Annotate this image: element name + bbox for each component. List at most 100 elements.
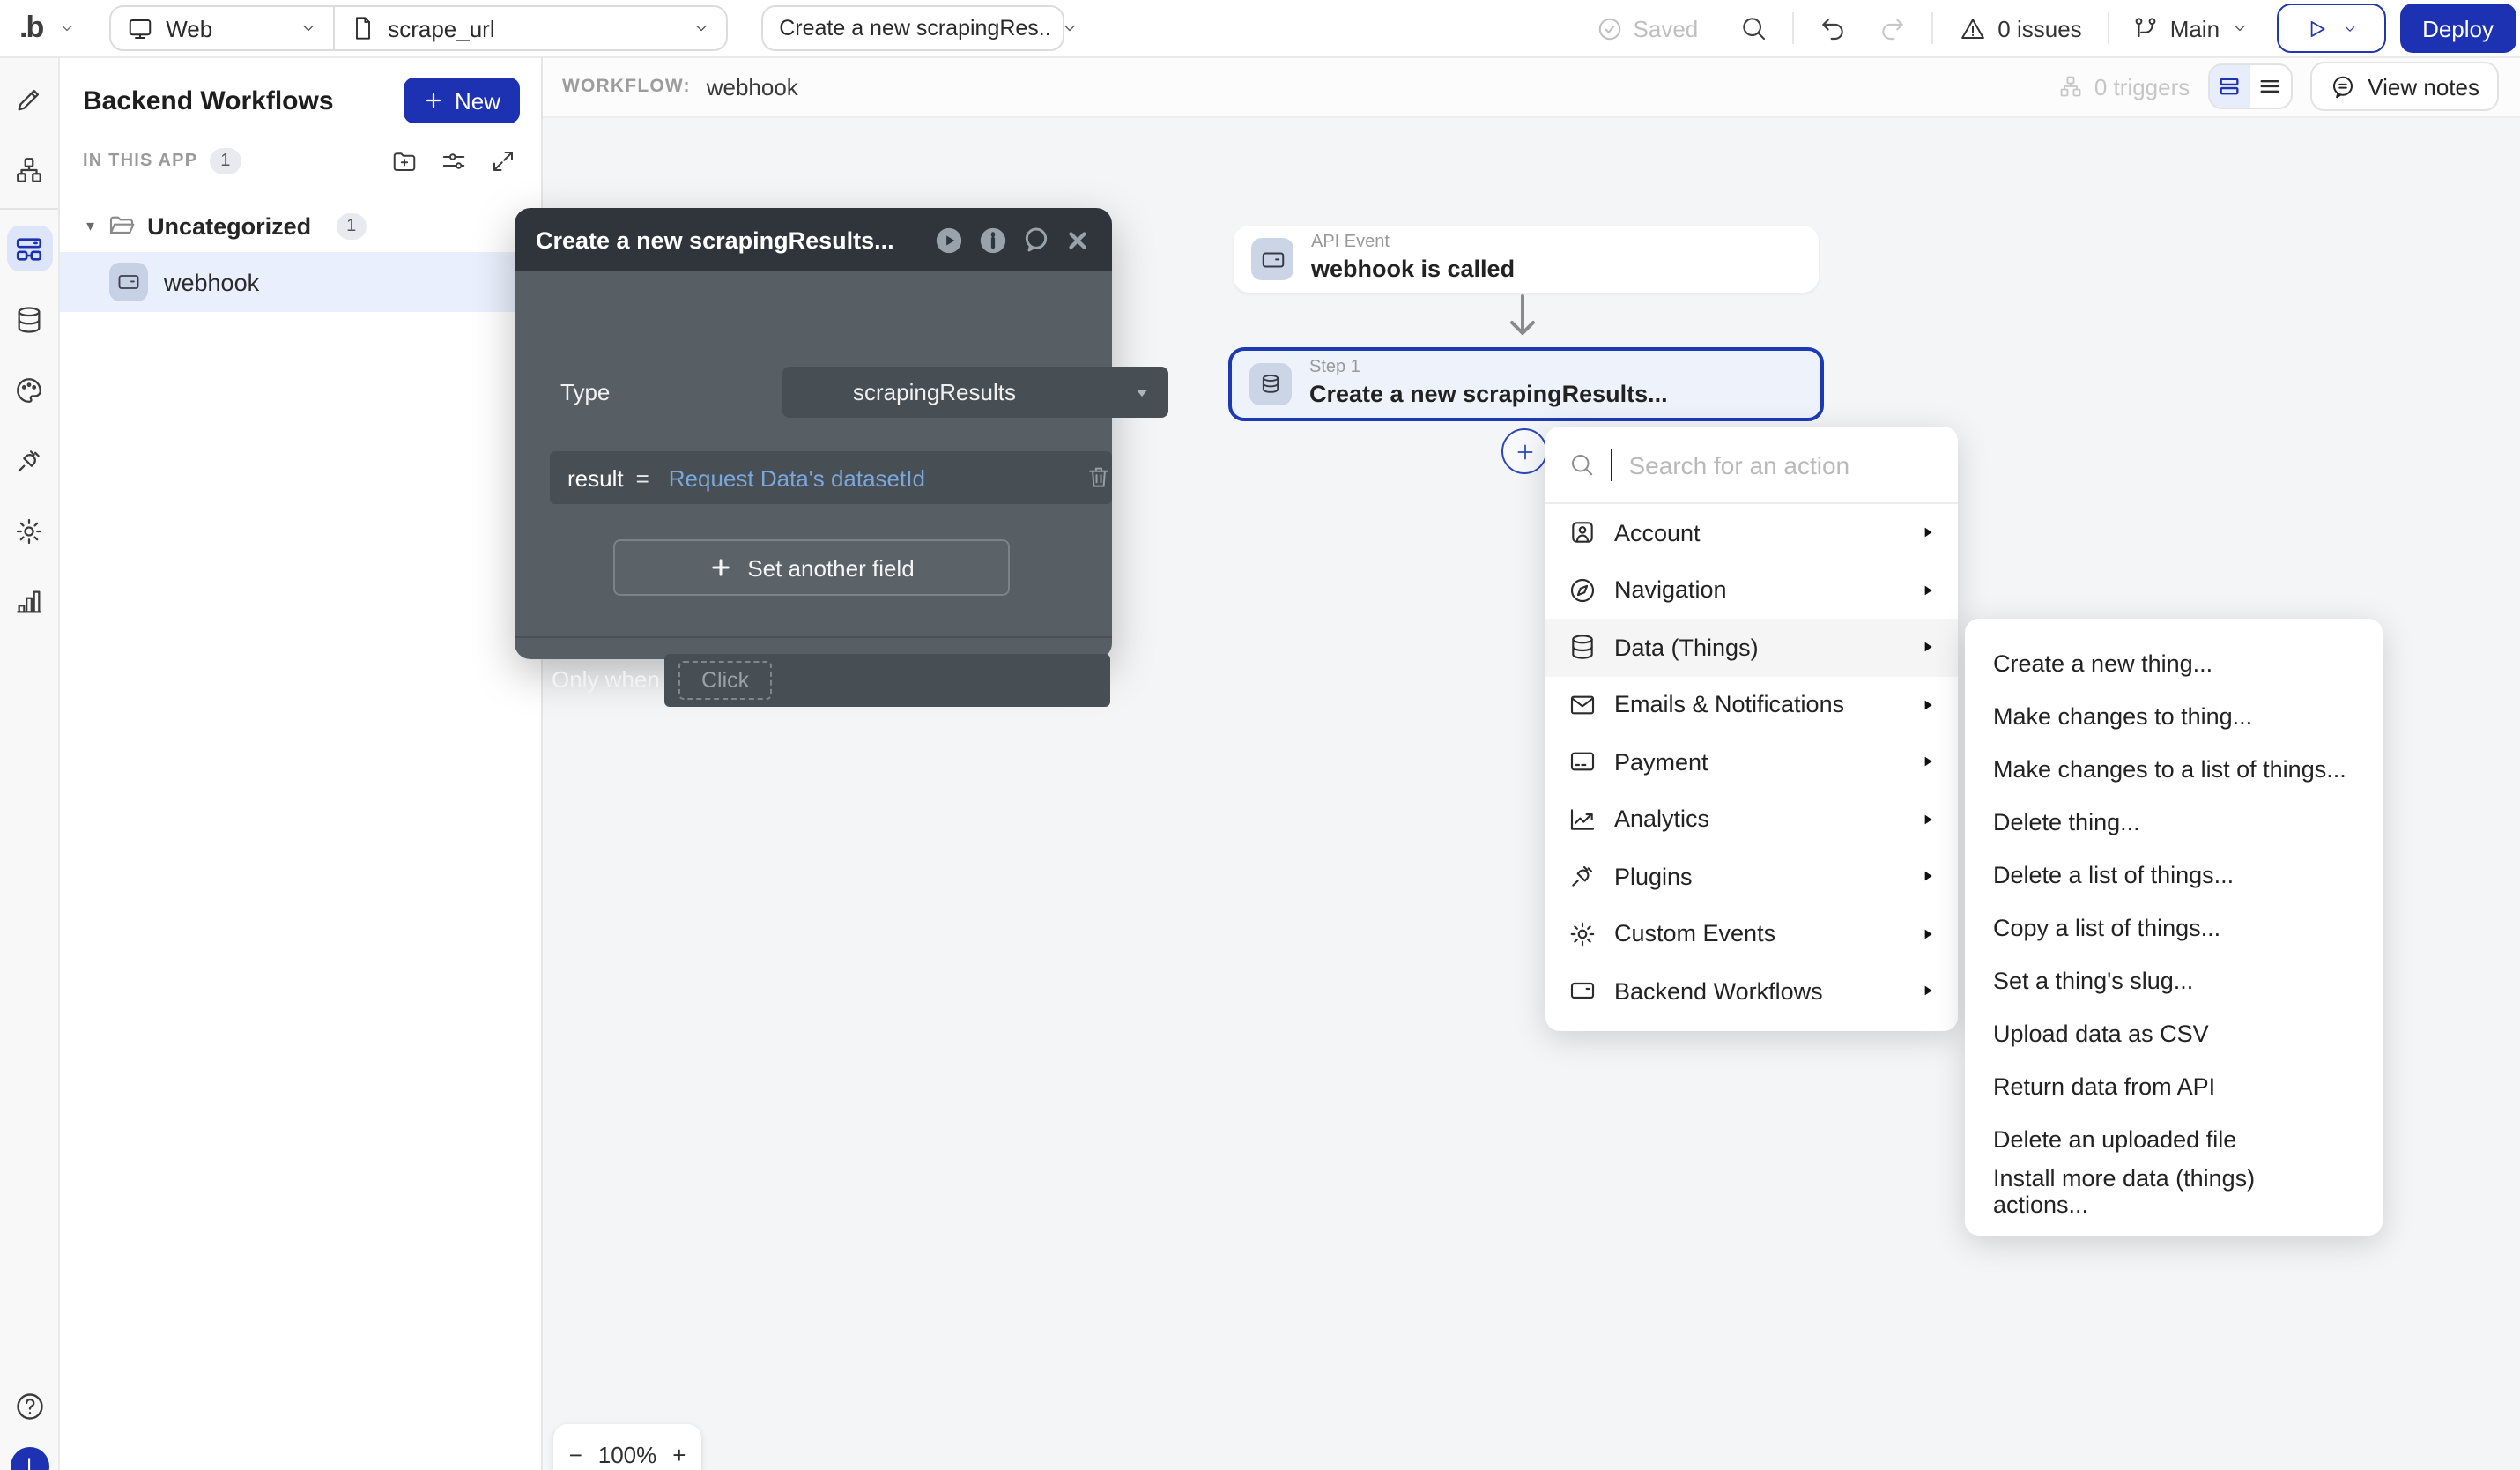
note-bubble-icon	[2329, 73, 2355, 100]
card-view-button[interactable]	[2209, 65, 2249, 108]
gear-icon	[1568, 920, 1597, 948]
zoom-in-button[interactable]: +	[672, 1441, 686, 1467]
menu-item-label: Navigation	[1614, 577, 1727, 604]
action-search-input[interactable]	[1629, 450, 1936, 479]
divider	[2109, 12, 2110, 44]
issues-indicator[interactable]: 0 issues	[1959, 15, 2081, 41]
plus-icon	[708, 555, 733, 580]
menu-item-custom-events[interactable]: Custom Events	[1545, 905, 1958, 962]
menu-item-data-things[interactable]: Data (Things)	[1545, 619, 1958, 676]
submenu-item-upload-csv[interactable]: Upload data as CSV	[1965, 1006, 2383, 1059]
page-selector-group: Web scrape_url	[109, 5, 728, 51]
logo-chevron-down-icon[interactable]	[58, 19, 76, 37]
undo-icon[interactable]	[1818, 14, 1846, 42]
search-icon[interactable]	[1738, 14, 1767, 42]
event-card[interactable]: API Event webhook is called	[1234, 226, 1819, 293]
workflow-selector[interactable]: Create a new scrapingRes...	[761, 5, 1064, 51]
deploy-button[interactable]: Deploy	[2399, 4, 2516, 53]
close-icon[interactable]	[1064, 226, 1091, 253]
menu-item-plugins[interactable]: Plugins	[1545, 848, 1958, 905]
plug-icon	[1568, 863, 1597, 891]
submenu-item-copy-list[interactable]: Copy a list of things...	[1965, 901, 2383, 954]
chevron-down-icon	[300, 19, 317, 37]
field-row-result[interactable]: result = Request Data's datasetId	[550, 451, 1112, 504]
condition-placeholder-chip[interactable]: Click	[678, 661, 772, 700]
data-things-submenu: Create a new thing... Make changes to th…	[1965, 619, 2383, 1236]
menu-item-analytics[interactable]: Analytics	[1545, 791, 1958, 848]
submenu-item-delete-list[interactable]: Delete a list of things...	[1965, 848, 2383, 901]
design-tab[interactable]	[0, 63, 58, 134]
view-notes-button[interactable]: View notes	[2309, 62, 2499, 111]
caret-down-icon[interactable]: ▾	[86, 216, 94, 235]
submenu-item-install-more[interactable]: Install more data (things) actions...	[1965, 1165, 2383, 1218]
workflows-tab-selected[interactable]	[0, 213, 58, 284]
submenu-item-make-changes-thing[interactable]: Make changes to thing...	[1965, 689, 2383, 742]
type-select[interactable]: scrapingResults	[782, 367, 1168, 418]
backend-workflows-panel: Backend Workflows New IN THIS APP 1 ▾	[58, 56, 543, 1470]
submenu-item-set-slug[interactable]: Set a thing's slug...	[1965, 954, 2383, 1006]
submenu-item-make-changes-list[interactable]: Make changes to a list of things...	[1965, 742, 2383, 795]
set-another-field-button[interactable]: Set another field	[613, 539, 1010, 596]
env-selector[interactable]: Web	[111, 7, 333, 49]
submenu-item-delete-uploaded-file[interactable]: Delete an uploaded file	[1965, 1112, 2383, 1165]
menu-item-payment[interactable]: Payment	[1545, 733, 1958, 791]
field-value-expression[interactable]: Request Data's datasetId	[669, 464, 925, 491]
folder-plus-icon[interactable]	[391, 148, 418, 174]
expand-icon[interactable]	[490, 148, 516, 174]
folder-row-uncategorized[interactable]: ▾ Uncategorized 1	[58, 199, 541, 252]
bubble-logo[interactable]: .b	[19, 11, 42, 46]
type-value: scrapingResults	[853, 379, 1016, 405]
styles-tab[interactable]	[0, 354, 58, 425]
menu-item-emails[interactable]: Emails & Notifications	[1545, 676, 1958, 733]
workflow-name[interactable]: webhook	[707, 73, 798, 100]
search-icon	[1568, 451, 1595, 478]
caret-down-icon	[1133, 383, 1151, 401]
submenu-item-delete-thing[interactable]: Delete thing...	[1965, 795, 2383, 848]
submenu-arrow-icon	[1921, 583, 1935, 598]
redo-icon[interactable]	[1878, 14, 1906, 42]
menu-item-account[interactable]: Account	[1545, 504, 1958, 561]
filter-sliders-icon[interactable]	[441, 148, 467, 174]
warning-triangle-icon	[1959, 15, 1985, 41]
folder-label: Uncategorized	[147, 212, 311, 239]
preview-button[interactable]	[2276, 4, 2385, 53]
menu-item-backend-workflows[interactable]: Backend Workflows	[1545, 962, 1958, 1020]
branch-selector[interactable]: Main	[2133, 15, 2248, 41]
list-view-button[interactable]	[2249, 65, 2290, 108]
chart-icon	[1568, 806, 1597, 834]
submenu-item-return-data-api[interactable]: Return data from API	[1965, 1059, 2383, 1112]
add-step-button[interactable]	[1501, 428, 1547, 474]
workflow-selector-label: Create a new scrapingRes...	[779, 16, 1049, 41]
modal-header[interactable]: Create a new scrapingResults...	[515, 208, 1112, 271]
step-card-selected[interactable]: Step 1 Create a new scrapingResults...	[1228, 347, 1824, 421]
triggers-label: 0 triggers	[2094, 73, 2190, 100]
page-icon	[351, 16, 375, 41]
plus-icon	[423, 90, 444, 111]
submenu-arrow-icon	[1921, 641, 1935, 655]
modal-title: Create a new scrapingResults...	[536, 226, 894, 253]
trash-icon[interactable]	[1086, 464, 1112, 490]
info-icon[interactable]	[978, 225, 1008, 255]
field-name: result	[567, 464, 624, 491]
logs-tab[interactable]	[0, 566, 58, 636]
comment-icon[interactable]	[1022, 226, 1050, 254]
data-tab[interactable]	[0, 284, 58, 354]
only-when-input[interactable]: Click	[664, 654, 1110, 707]
workflow-row-webhook[interactable]: webhook	[58, 252, 541, 312]
new-workflow-button[interactable]: New	[404, 78, 520, 123]
settings-tab[interactable]	[0, 495, 58, 566]
gear-icon	[14, 516, 44, 546]
menu-item-navigation[interactable]: Navigation	[1545, 561, 1958, 619]
submenu-item-create-thing[interactable]: Create a new thing...	[1965, 636, 2383, 689]
page-selector[interactable]: scrape_url	[335, 7, 726, 49]
sitemap-tab[interactable]	[0, 134, 58, 204]
zoom-out-button[interactable]: −	[569, 1441, 582, 1467]
plugins-tab[interactable]	[0, 425, 58, 495]
avatar[interactable]: I	[10, 1447, 48, 1470]
action-search-row[interactable]	[1545, 427, 1958, 504]
view-mode-toggle	[2207, 63, 2292, 109]
help-icon[interactable]	[13, 1391, 45, 1422]
folder-open-icon	[107, 212, 135, 240]
run-icon[interactable]	[934, 225, 964, 255]
text-cursor	[1611, 449, 1613, 480]
